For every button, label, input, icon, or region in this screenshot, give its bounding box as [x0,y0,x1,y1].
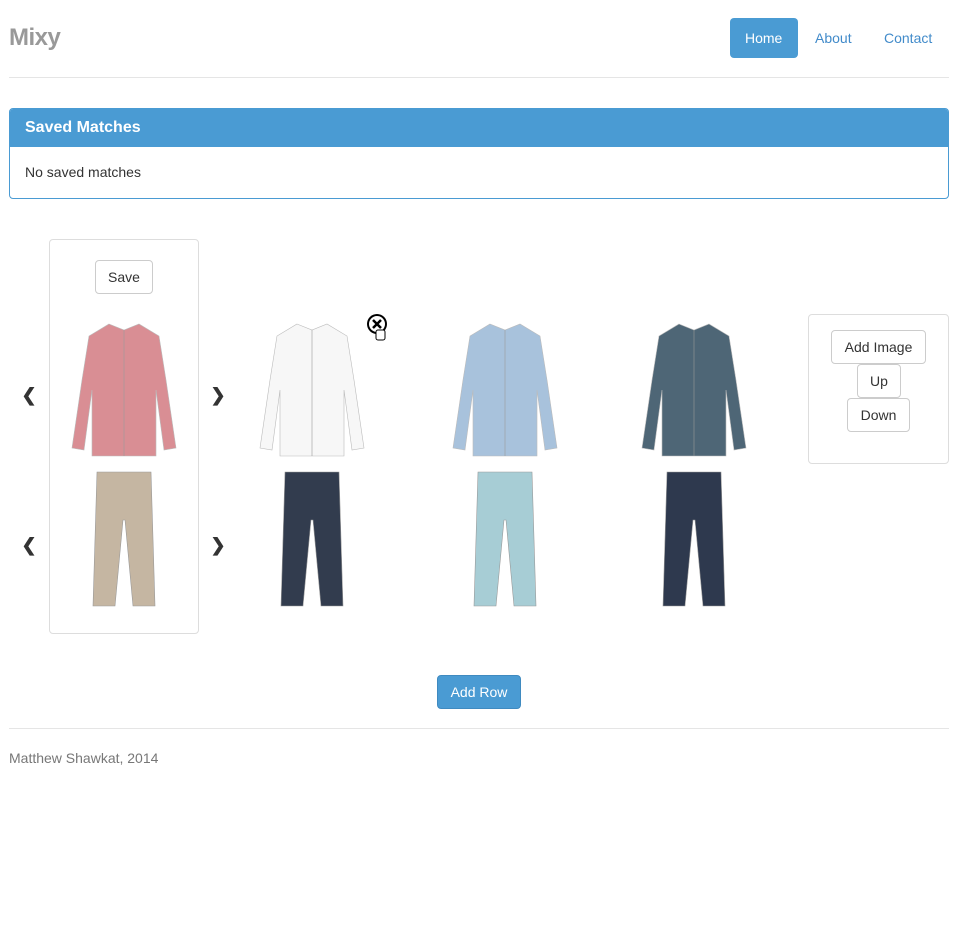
header-divider [9,77,949,78]
down-button[interactable]: Down [847,398,910,432]
add-row-button[interactable]: Add Row [437,675,521,709]
saved-matches-panel: Saved Matches No saved matches [9,108,949,199]
pants-next-arrow-icon[interactable]: ❯ [210,535,226,556]
up-button[interactable]: Up [857,364,901,398]
nav-home[interactable]: Home [730,18,798,58]
shirt-next-arrow-icon[interactable]: ❯ [210,385,226,406]
add-image-button[interactable]: Add Image [831,330,926,364]
white-shirt-image[interactable] [252,320,372,465]
brand-logo[interactable]: Mixy [9,24,61,52]
delete-cursor-icon [366,313,390,348]
navy-pants-image[interactable] [277,470,347,615]
panel-title: Saved Matches [10,109,948,147]
dark-denim-pants-image[interactable] [659,470,729,615]
nav-contact[interactable]: Contact [869,18,947,58]
pants-prev-arrow-icon[interactable]: ❮ [21,535,37,556]
footer-text: Matthew Shawkat, 2014 [9,750,159,766]
shirt-prev-arrow-icon[interactable]: ❮ [21,385,37,406]
nav-about[interactable]: About [800,18,867,58]
light-teal-pants-image[interactable] [470,470,540,615]
saved-matches-empty: No saved matches [25,164,141,180]
footer-divider [9,728,949,729]
khaki-pants-image[interactable] [89,470,159,615]
denim-shirt-image[interactable] [634,320,754,465]
pink-plaid-shirt-image[interactable] [64,320,184,465]
light-blue-shirt-image[interactable] [445,320,565,465]
save-button[interactable]: Save [95,260,153,294]
